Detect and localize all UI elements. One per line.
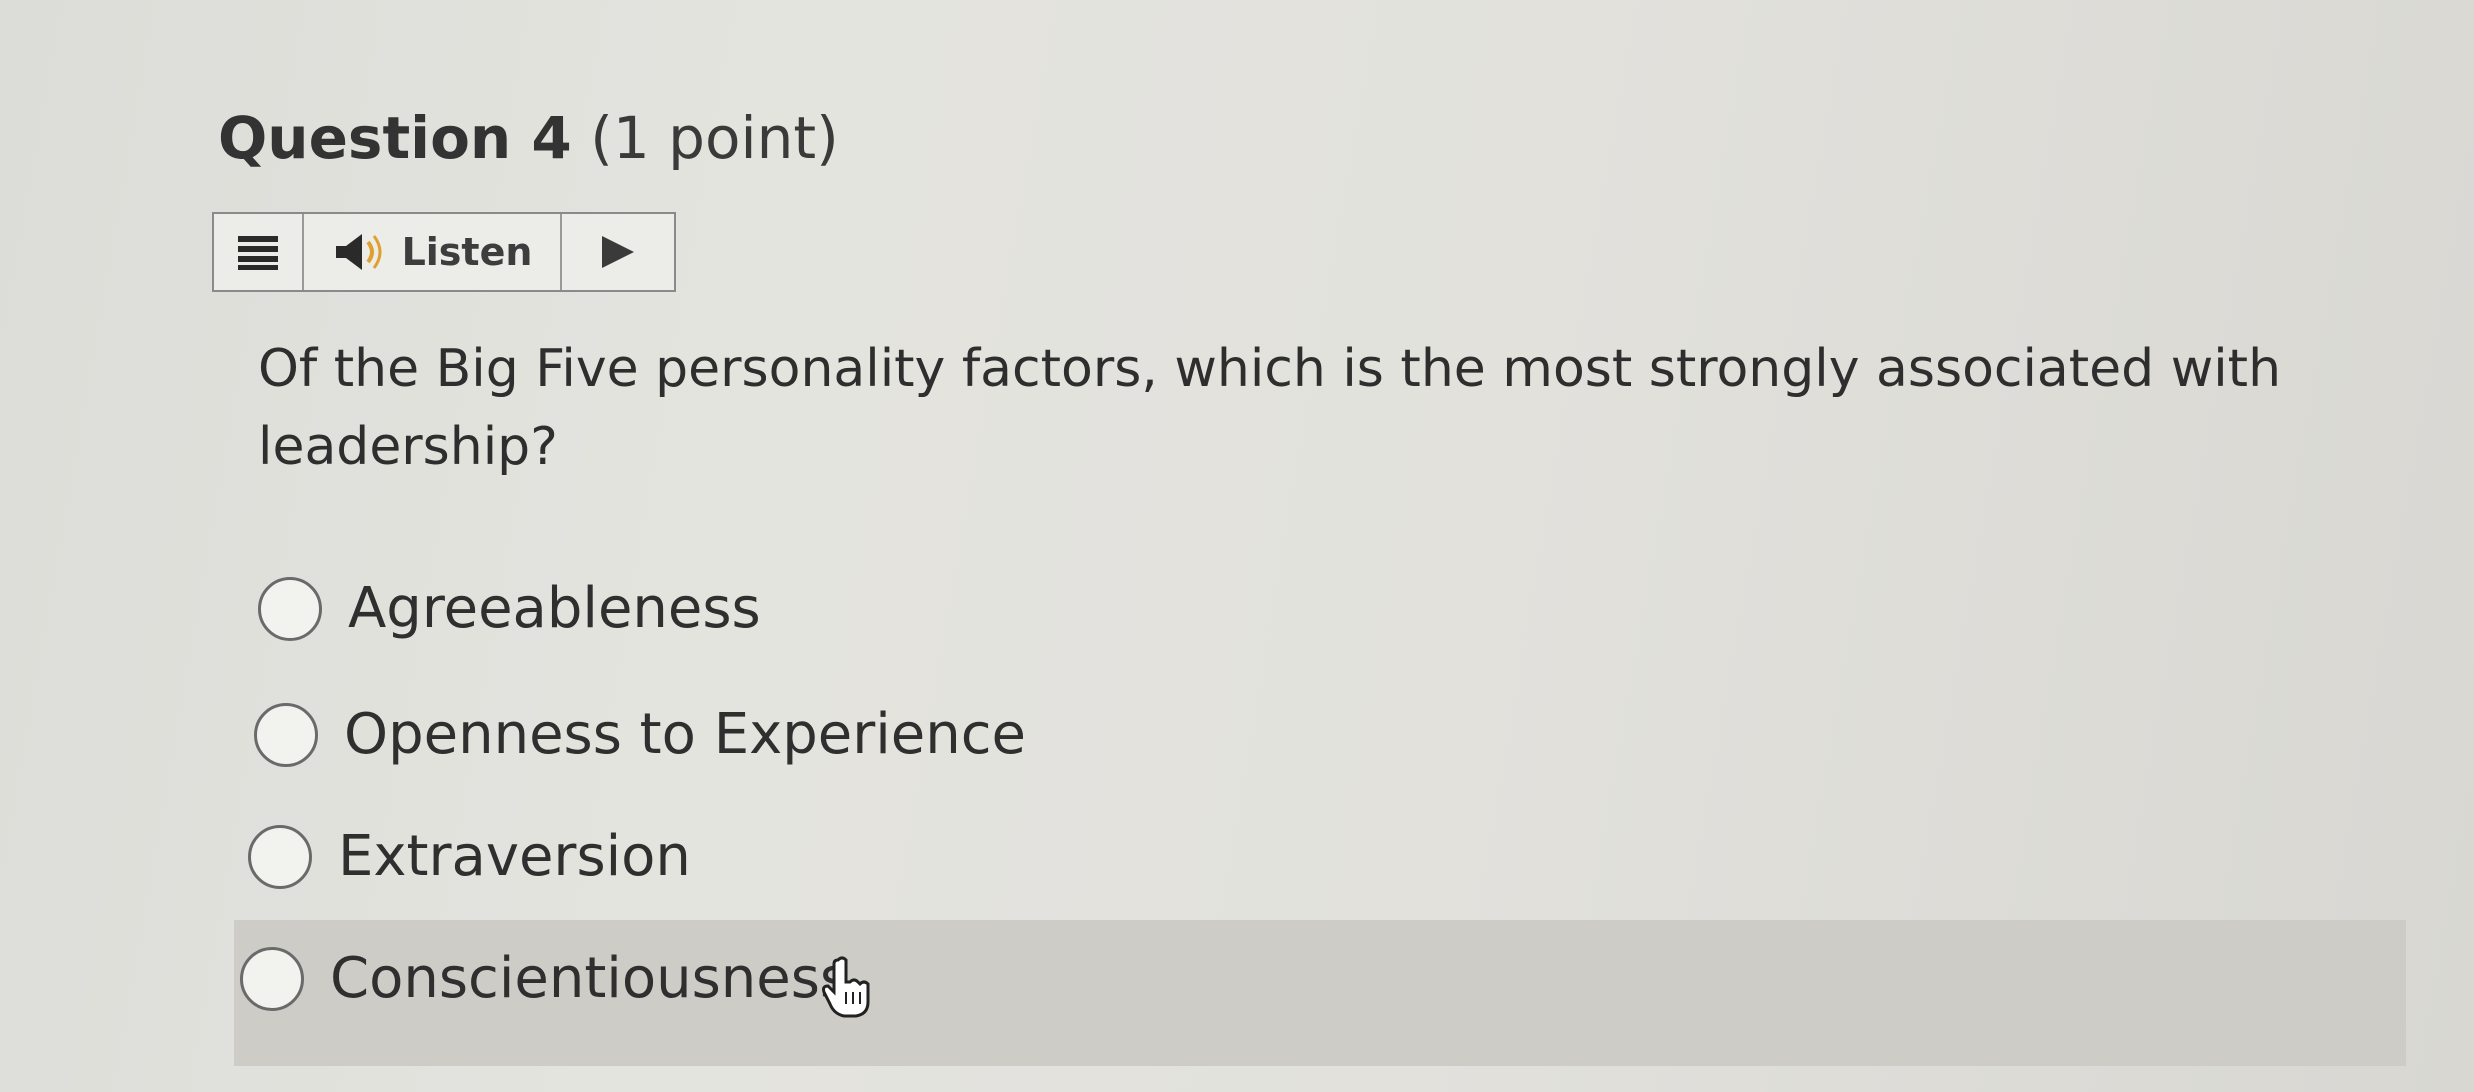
radio-button[interactable] (248, 824, 312, 889)
listen-label: Listen (401, 230, 533, 274)
option-conscientiousness[interactable]: Conscientiousness (240, 946, 849, 1011)
hand-pointer-icon (822, 956, 870, 1018)
option-openness-to-experience[interactable]: Openness to Experience (254, 702, 1026, 767)
listen-menu-button[interactable] (214, 214, 304, 290)
listen-toolbar: Listen (212, 212, 676, 292)
option-label: Openness to Experience (344, 702, 1026, 767)
menu-icon (238, 236, 278, 270)
question-number: Question 4 (218, 104, 572, 172)
listen-play-button[interactable] (562, 214, 674, 290)
radio-button[interactable] (254, 702, 318, 767)
play-icon (602, 236, 634, 268)
question-points: (1 point) (590, 104, 839, 172)
radio-button[interactable] (240, 946, 304, 1011)
speaker-icon (335, 234, 382, 270)
radio-button[interactable] (258, 576, 322, 641)
question-heading: Question 4 (1 point) (218, 104, 839, 172)
option-label: Agreeableness (348, 576, 761, 641)
question-text: Of the Big Five personality factors, whi… (258, 339, 2282, 477)
option-extraversion[interactable]: Extraversion (248, 824, 691, 889)
option-label: Conscientiousness (330, 946, 850, 1011)
quiz-page: Question 4 (1 point) Listen Of the Big F… (0, 0, 2474, 1092)
option-label: Extraversion (338, 824, 691, 889)
listen-button[interactable]: Listen (304, 214, 562, 290)
option-agreeableness[interactable]: Agreeableness (258, 576, 761, 641)
